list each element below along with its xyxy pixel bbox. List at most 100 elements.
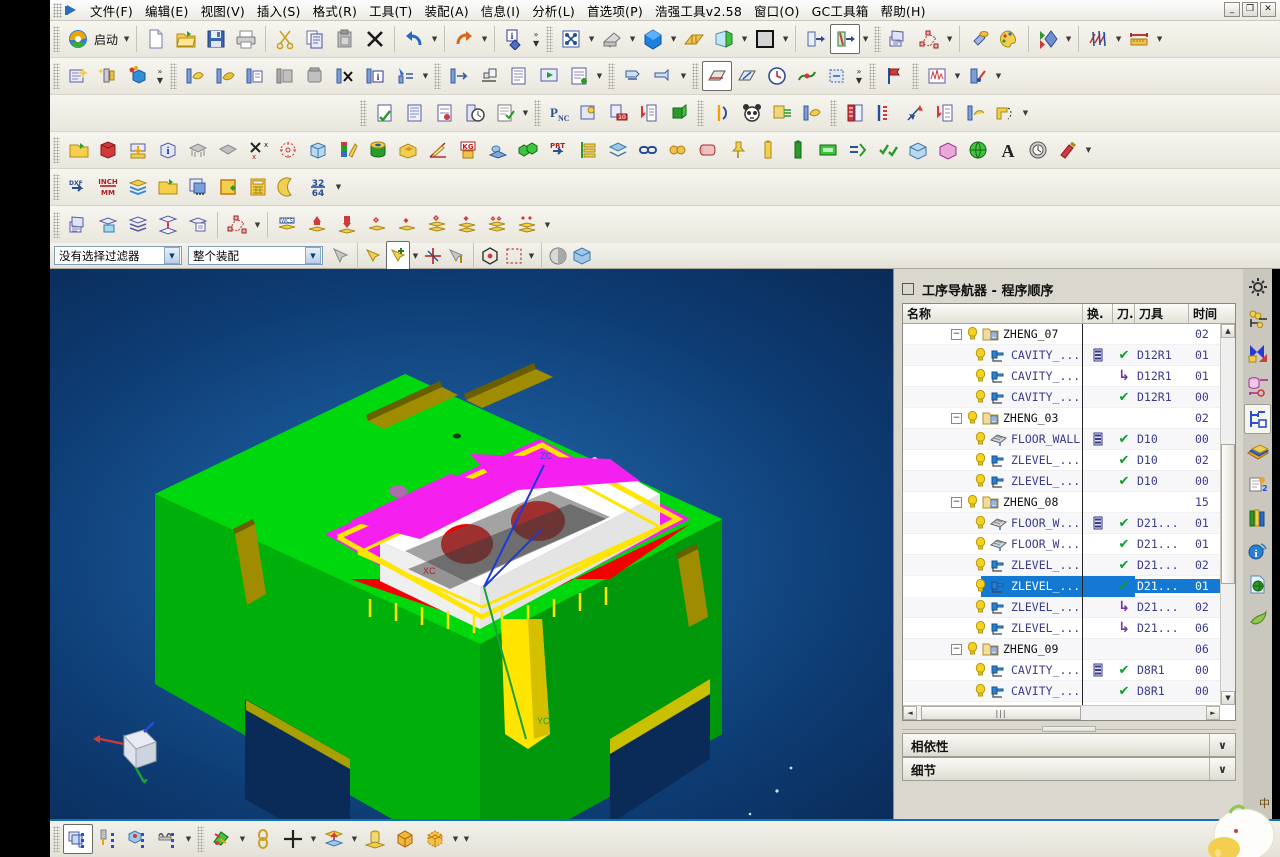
expander-icon[interactable]: − [951, 643, 962, 655]
layer-a-icon[interactable] [362, 210, 392, 240]
info-box-icon[interactable]: i [153, 135, 183, 165]
program-order-icon[interactable] [618, 61, 648, 91]
table-row[interactable]: − ZHENG_03 02 [903, 407, 1235, 429]
panel-pin-icon[interactable] [902, 283, 914, 295]
copy-icon[interactable] [300, 24, 330, 54]
menu-analysis[interactable]: 分析(L) [526, 0, 581, 22]
orient-icon[interactable] [732, 61, 762, 91]
chevron-down-icon[interactable]: ∨ [1209, 758, 1235, 780]
zoom-icon[interactable] [597, 24, 627, 54]
pocket-icon[interactable] [393, 135, 423, 165]
column-header-change[interactable]: 换. [1083, 304, 1113, 323]
simulate-icon[interactable] [534, 61, 564, 91]
menu-preferences[interactable]: 首选项(P) [581, 0, 649, 22]
wire-box-icon[interactable] [420, 824, 450, 854]
globe-doc-icon[interactable] [1244, 569, 1271, 599]
open-folder-icon[interactable] [153, 172, 183, 202]
toolbar-grip[interactable] [434, 63, 441, 89]
menu-grip[interactable] [53, 2, 62, 18]
table-row[interactable]: ZLEVEL_... ✔ D21... 02 [903, 554, 1235, 576]
cut-level-icon[interactable] [390, 61, 420, 91]
redo-icon[interactable] [449, 24, 479, 54]
delete-toolpath-icon[interactable] [330, 61, 360, 91]
table-row[interactable]: ZLEVEL_... ↳ D21... 02 [903, 596, 1235, 618]
menu-file[interactable]: 文件(F) [84, 0, 139, 22]
geometry-dropdown-arrow[interactable]: ▼ [252, 211, 263, 239]
text-a-icon[interactable]: A [993, 135, 1023, 165]
list-icon[interactable] [400, 98, 430, 128]
feeds-icon[interactable] [430, 98, 460, 128]
background-color-icon[interactable] [750, 24, 780, 54]
info-blue-icon[interactable]: i [1244, 536, 1271, 566]
paint-icon[interactable] [664, 98, 694, 128]
rotate-icon[interactable] [638, 24, 668, 54]
cylinder-ref-icon[interactable] [1244, 371, 1271, 401]
ladder-icon[interactable] [573, 135, 603, 165]
cylinder-face-icon[interactable] [360, 824, 390, 854]
menu-view[interactable]: 视图(V) [195, 0, 251, 22]
clock-icon[interactable] [762, 61, 792, 91]
menu-window[interactable]: 窗口(O) [748, 0, 806, 22]
table-row[interactable]: CAVITY_... ↳ D12R1 01 [903, 365, 1235, 387]
select-edge-icon[interactable] [445, 241, 469, 271]
equal-icon[interactable] [843, 135, 873, 165]
point-dropdown-arrow[interactable]: ▼ [308, 825, 319, 853]
row-name-cell[interactable]: CAVITY_... [903, 365, 1083, 387]
check-list-icon[interactable] [873, 135, 903, 165]
green-battery-icon[interactable] [783, 135, 813, 165]
clock-time-icon[interactable] [460, 98, 490, 128]
face-icon[interactable] [213, 135, 243, 165]
graphics-viewport[interactable]: ZC YC XC [50, 269, 893, 819]
machine-dropdown-arrow[interactable]: ▼ [594, 62, 605, 90]
workpiece-icon[interactable] [648, 61, 678, 91]
layer-move-icon[interactable] [153, 210, 183, 240]
calculator-icon[interactable] [243, 172, 273, 202]
cut-icon[interactable] [270, 24, 300, 54]
layer-dropdown-arrow[interactable]: ▼ [542, 211, 553, 239]
toolbar-grip[interactable] [534, 100, 541, 126]
toolbar-overflow-chevron[interactable]: » ▼ [153, 61, 167, 91]
redo-dropdown-arrow[interactable]: ▼ [479, 25, 490, 53]
start-label[interactable]: 启动 [93, 31, 121, 48]
cylinder-icon[interactable] [363, 135, 393, 165]
menu-tools[interactable]: 工具(T) [363, 0, 418, 22]
note-icon[interactable] [574, 98, 604, 128]
copy-toolpath-icon[interactable] [240, 61, 270, 91]
section-icon[interactable] [1083, 24, 1113, 54]
table-row[interactable]: FLOOR_W... ✔ D21... 01 [903, 512, 1235, 534]
gauge-dropdown-arrow[interactable]: ▼ [993, 62, 1004, 90]
down-layer-icon[interactable] [332, 210, 362, 240]
up-layer-icon[interactable] [302, 210, 332, 240]
flag-icon[interactable] [879, 61, 909, 91]
select-face-icon[interactable] [362, 241, 386, 271]
scroll-thumb-vertical[interactable] [1221, 444, 1235, 584]
open-icon[interactable] [171, 24, 201, 54]
bowtie-icon[interactable] [1244, 338, 1271, 368]
measure-dropdown-arrow[interactable]: ▼ [1154, 25, 1165, 53]
toolbar-grip[interactable] [830, 100, 837, 126]
toolbar-grip[interactable] [912, 63, 919, 89]
restore-button[interactable]: ❐ [1242, 2, 1258, 17]
undo-dropdown-arrow[interactable]: ▼ [429, 25, 440, 53]
background-dropdown-arrow[interactable]: ▼ [780, 25, 791, 53]
circle-target-icon[interactable] [273, 135, 303, 165]
row-name-cell[interactable]: − ZHENG_08 [903, 491, 1083, 513]
menu-haoqiang-tools[interactable]: 浩强工具v2.58 [649, 0, 748, 22]
column-header-time[interactable]: 时间 [1189, 304, 1235, 323]
toolbar-grip[interactable] [697, 100, 704, 126]
contour-dropdown-arrow[interactable]: ▼ [1020, 99, 1031, 127]
table-row[interactable]: CAVITY_... ✔ D12R1 00 [903, 386, 1235, 408]
rect-select-icon[interactable] [502, 241, 526, 271]
shaded-dropdown-arrow[interactable]: ▼ [860, 25, 871, 53]
measure-distance-icon[interactable] [1124, 24, 1154, 54]
pnc-icon[interactable]: P NC [544, 98, 574, 128]
new-icon[interactable] [141, 24, 171, 54]
scroll-up-button[interactable]: ▲ [1221, 324, 1235, 338]
fit-view-dropdown-arrow[interactable]: ▼ [586, 25, 597, 53]
generate-toolpath-icon[interactable] [180, 61, 210, 91]
file2-icon[interactable]: 2 [1244, 470, 1271, 500]
push-pin-icon[interactable] [723, 135, 753, 165]
prt-icon[interactable]: PRT [543, 135, 573, 165]
tree-vertical-scrollbar[interactable]: ▲ ▼ [1220, 324, 1235, 705]
toolbar-grip[interactable] [546, 26, 554, 52]
